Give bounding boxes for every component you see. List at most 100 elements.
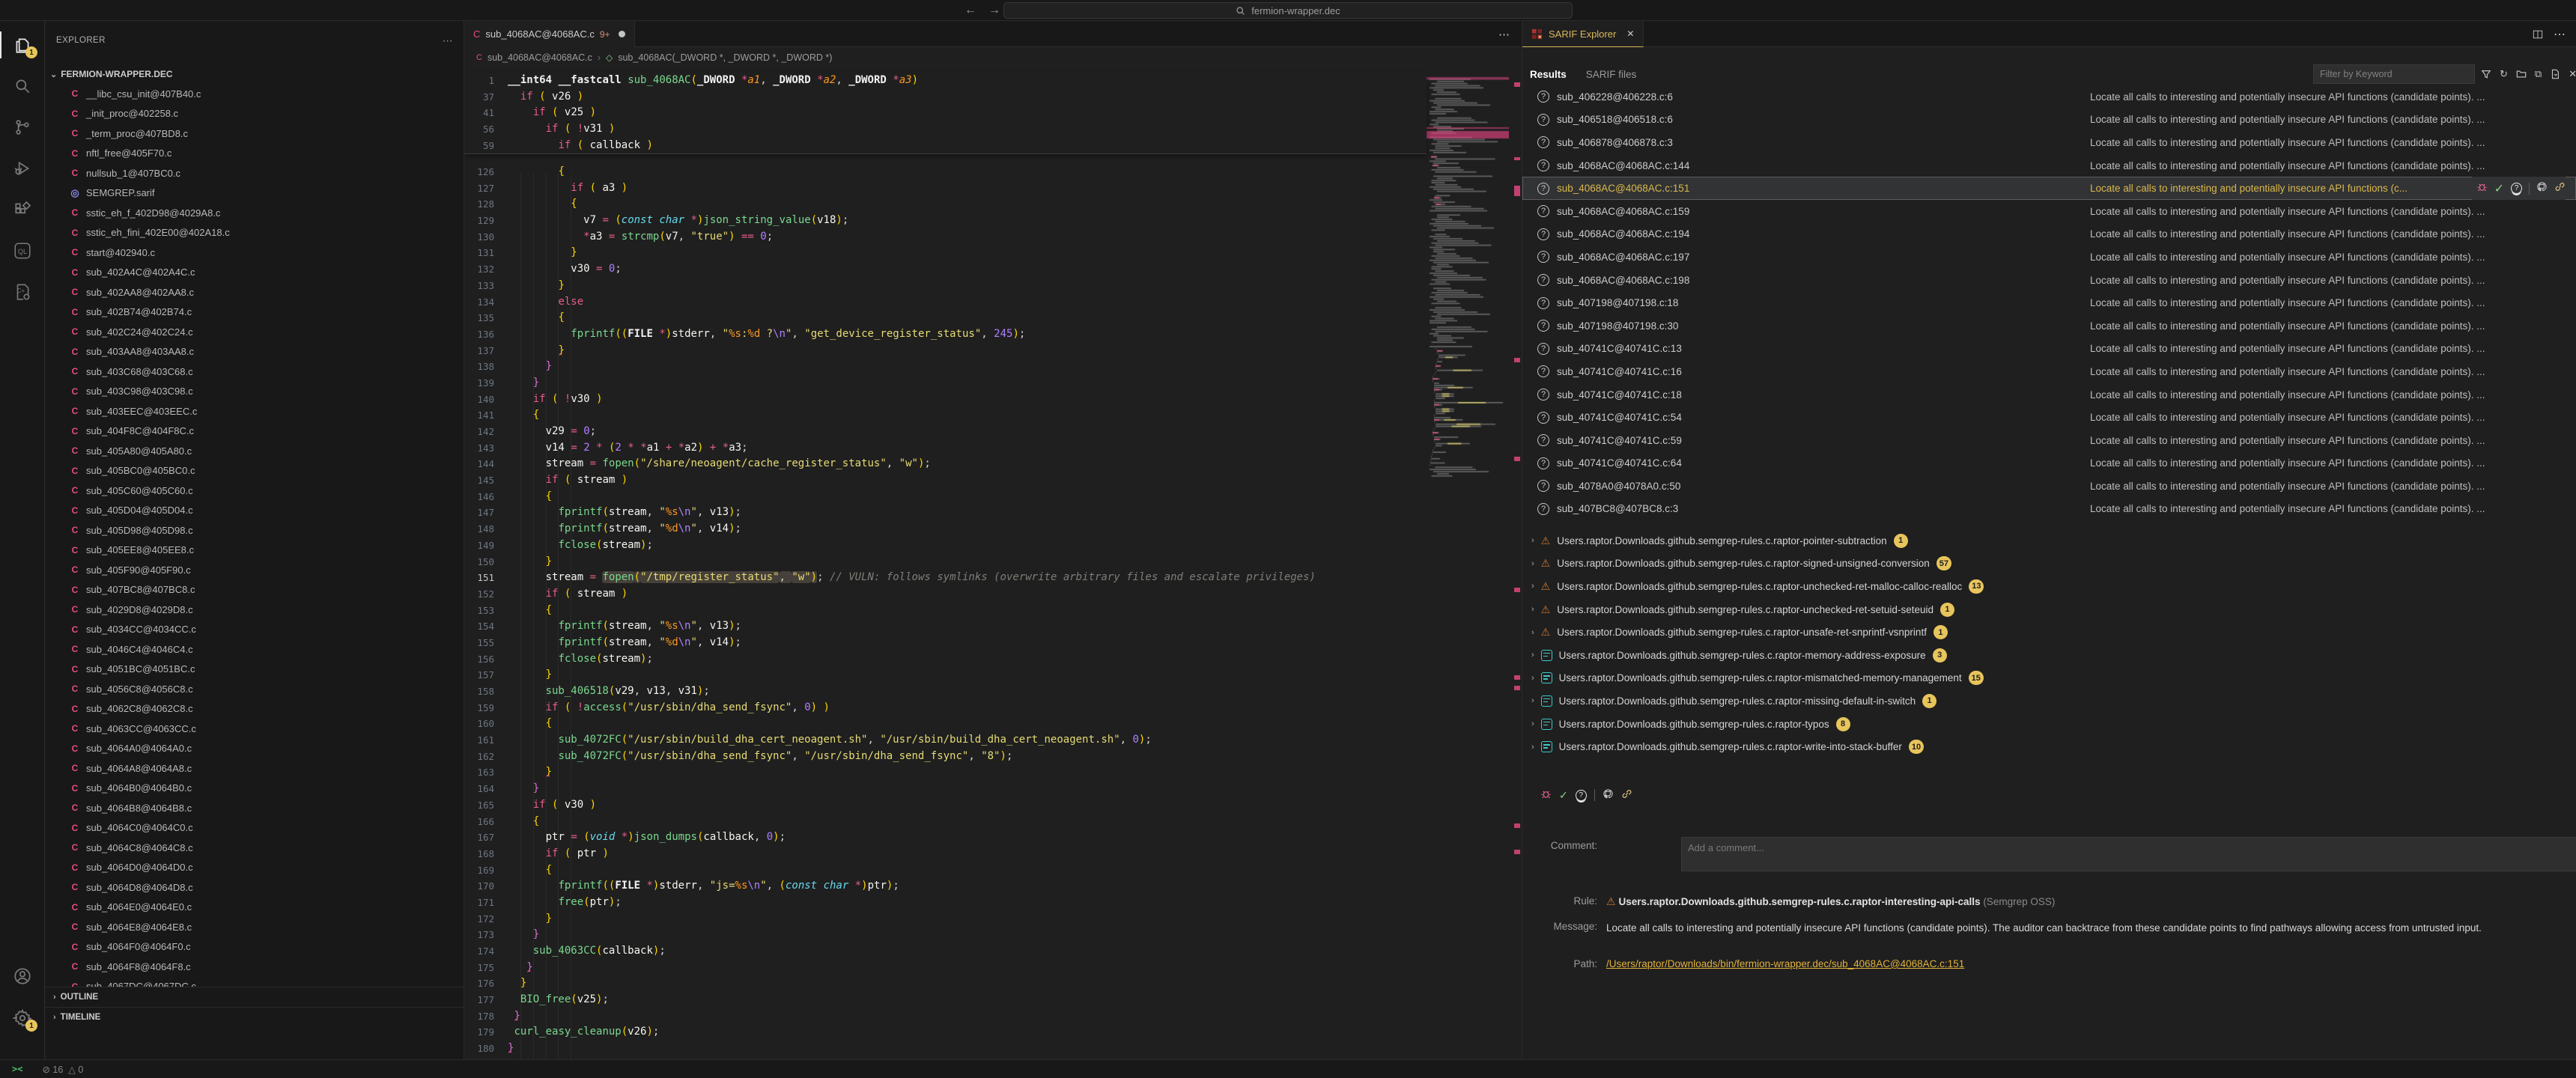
file-item[interactable]: Csub_405D04@405D04.c	[46, 501, 464, 521]
code-line[interactable]: 158 sub_406518(v29, v13, v31);	[464, 683, 1427, 700]
code-line[interactable]: 143 v14 = 2 * (2 * *a1 + *a2) + *a3;	[464, 440, 1427, 457]
split-editor-icon[interactable]	[2533, 29, 2543, 40]
line-number[interactable]: 151	[464, 570, 494, 586]
sarif-explorer-tab[interactable]: SARIF Explorer ✕	[1522, 21, 1644, 47]
file-item[interactable]: Csub_405EE8@405EE8.c	[46, 540, 464, 561]
file-item[interactable]: Csub_402B74@402B74.c	[46, 302, 464, 323]
line-number[interactable]: 134	[464, 294, 494, 311]
code-line[interactable]: 160 {	[464, 716, 1427, 732]
line-number[interactable]: 135	[464, 310, 494, 326]
line-number[interactable]: 142	[464, 424, 494, 440]
line-number[interactable]: 177	[464, 992, 494, 1008]
line-number[interactable]: 175	[464, 960, 494, 976]
line-number[interactable]: 128	[464, 196, 494, 213]
code-line[interactable]: 41 if ( v25 )	[464, 105, 1427, 121]
code-line[interactable]: 137 }^	[464, 343, 1427, 359]
rule-group-row[interactable]: ›Users.raptor.Downloads.github.semgrep-r…	[1522, 735, 2576, 758]
code-line[interactable]: 133 }	[464, 278, 1427, 294]
timeline-section[interactable]: › TIMELINE	[46, 1007, 464, 1026]
line-number[interactable]: 173	[464, 927, 494, 943]
code-line[interactable]: 136 fprintf((FILE *)stderr, "%s:%d ?\n",…	[464, 326, 1427, 343]
line-number[interactable]: 144	[464, 456, 494, 472]
minimap[interactable]	[1427, 68, 1509, 1059]
code-line[interactable]: 170 fprintf((FILE *)stderr, "js=%s\n", (…	[464, 878, 1427, 895]
line-number[interactable]: 1	[464, 73, 494, 89]
line-number[interactable]: 140	[464, 392, 494, 408]
activity-source-control-icon[interactable]	[0, 108, 45, 147]
line-number[interactable]: 41	[464, 105, 494, 121]
code-line[interactable]: 165 if ( v30 )	[464, 797, 1427, 814]
file-item[interactable]: Csub_4064E8@4064E8.c	[46, 917, 464, 937]
file-item[interactable]: Csub_4034CC@4034CC.c	[46, 620, 464, 640]
result-row[interactable]: ?sub_4068AC@4068AC.c:197Locate all calls…	[1522, 246, 2576, 269]
result-row[interactable]: ?sub_40741C@40741C.c:59Locate all calls …	[1522, 429, 2576, 452]
file-item[interactable]: Csub_405D98@405D98.c	[46, 520, 464, 540]
code-line[interactable]: 152 if ( stream )	[464, 586, 1427, 603]
problems-status[interactable]: ⊘ 16 △ 0	[42, 1064, 83, 1075]
result-row[interactable]: ?sub_4068AC@4068AC.c:159Locate all calls…	[1522, 200, 2576, 223]
activity-account-icon[interactable]	[0, 957, 45, 996]
line-number[interactable]: 162	[464, 749, 494, 765]
rule-group-row[interactable]: ›⚠Users.raptor.Downloads.github.semgrep-…	[1522, 621, 2576, 644]
code-line[interactable]: 140 if ( !v30 )	[464, 392, 1427, 408]
code-line[interactable]: 59 if ( callback )	[464, 138, 1427, 154]
code-line[interactable]: 173 }	[464, 927, 1427, 943]
line-number[interactable]: 37	[464, 89, 494, 106]
line-number[interactable]: 146	[464, 489, 494, 505]
file-item[interactable]: Csub_4056C8@4056C8.c	[46, 679, 464, 699]
status-not-set-icon[interactable]: ?	[2511, 183, 2522, 194]
file-item[interactable]: C__libc_csu_init@407B40.c	[46, 84, 464, 104]
line-number[interactable]: 176	[464, 975, 494, 992]
line-number[interactable]: 159	[464, 700, 494, 716]
tab-results[interactable]: Results	[1530, 69, 1567, 80]
sticky-scroll[interactable]: 1__int64 __fastcall sub_4068AC(_DWORD *a…	[464, 73, 1427, 154]
code-line[interactable]: 171 free(ptr);	[464, 895, 1427, 911]
result-row[interactable]: ?sub_407198@407198.c:30Locate all calls …	[1522, 314, 2576, 338]
code-line[interactable]: 168 if ( ptr )	[464, 846, 1427, 862]
folder-open-icon[interactable]	[2516, 69, 2527, 79]
rule-group-row[interactable]: ›Users.raptor.Downloads.github.semgrep-r…	[1522, 667, 2576, 690]
result-row[interactable]: ?sub_4068AC@4068AC.c:144Locate all calls…	[1522, 154, 2576, 177]
mark-false-positive-icon[interactable]: ✓	[2494, 181, 2504, 196]
file-item[interactable]: Csub_4064E0@4064E0.c	[46, 898, 464, 918]
code-line[interactable]: 179 curl_easy_cleanup(v26);	[464, 1024, 1427, 1041]
code-line[interactable]: 175 }^	[464, 960, 1427, 976]
file-item[interactable]: Csub_4064F8@4064F8.c	[46, 957, 464, 977]
file-item[interactable]: Csub_405F90@405F90.c	[46, 560, 464, 580]
code-line[interactable]: 174 sub_4063CC(callback);	[464, 943, 1427, 960]
activity-decompiler-icon[interactable]: C+	[0, 272, 45, 311]
line-number[interactable]: 152	[464, 586, 494, 603]
line-number[interactable]: 163	[464, 764, 494, 781]
code-line[interactable]: 129 v7 = (const char *)json_string_value…	[464, 213, 1427, 229]
file-item[interactable]: Csub_4046C4@4046C4.c	[46, 639, 464, 660]
editor-tab[interactable]: C sub_4068AC@4068AC.c 9+	[464, 21, 635, 47]
code-line[interactable]: 56 if ( !v31 )	[464, 121, 1427, 138]
mark-bug-icon[interactable]	[1540, 788, 1552, 802]
code-line[interactable]: 163 }^	[464, 764, 1427, 781]
result-row[interactable]: ?sub_4078A0@4078A0.c:50Locate all calls …	[1522, 475, 2576, 498]
line-number[interactable]: 167	[464, 829, 494, 846]
code-line[interactable]: 167 ptr = (void *)json_dumps(callback, 0…	[464, 829, 1427, 846]
result-row[interactable]: ?sub_406228@406228.c:6Locate all calls t…	[1522, 85, 2576, 109]
result-row[interactable]: ?sub_407198@407198.c:18Locate all calls …	[1522, 291, 2576, 314]
result-row[interactable]: ?sub_406518@406518.c:6Locate all calls t…	[1522, 109, 2576, 132]
result-row[interactable]: ?sub_40741C@40741C.c:13Locate all calls …	[1522, 338, 2576, 361]
code-line[interactable]: 172 }	[464, 911, 1427, 928]
file-item[interactable]: Csub_407BC8@407BC8.c	[46, 580, 464, 600]
code-line[interactable]: 131 }	[464, 245, 1427, 261]
code-line[interactable]: 147 fprintf(stream, "%s\n", v13);	[464, 505, 1427, 521]
line-number[interactable]: 136	[464, 326, 494, 343]
result-row[interactable]: ?sub_4068AC@4068AC.c:151Locate all calls…	[1522, 177, 2576, 200]
nav-back-button[interactable]: ←	[965, 4, 976, 17]
code-line[interactable]: 149 fclose(stream);	[464, 538, 1427, 554]
code-line[interactable]: 159 if ( !access("/usr/sbin/dha_send_fsy…	[464, 700, 1427, 716]
filter-input[interactable]: Filter by Keyword	[2313, 64, 2475, 84]
code-line[interactable]: 154 fprintf(stream, "%s\n", v13);	[464, 618, 1427, 635]
file-item[interactable]: ◎SEMGREP.sarif	[46, 183, 464, 204]
file-item[interactable]: Csub_403C68@403C68.c	[46, 362, 464, 382]
code-line[interactable]: 37 if ( v26 )	[464, 89, 1427, 106]
file-item[interactable]: Csub_4064C8@4064C8.c	[46, 838, 464, 858]
line-number[interactable]: 172	[464, 911, 494, 928]
rule-group-row[interactable]: ›Users.raptor.Downloads.github.semgrep-r…	[1522, 713, 2576, 736]
line-number[interactable]: 133	[464, 278, 494, 294]
